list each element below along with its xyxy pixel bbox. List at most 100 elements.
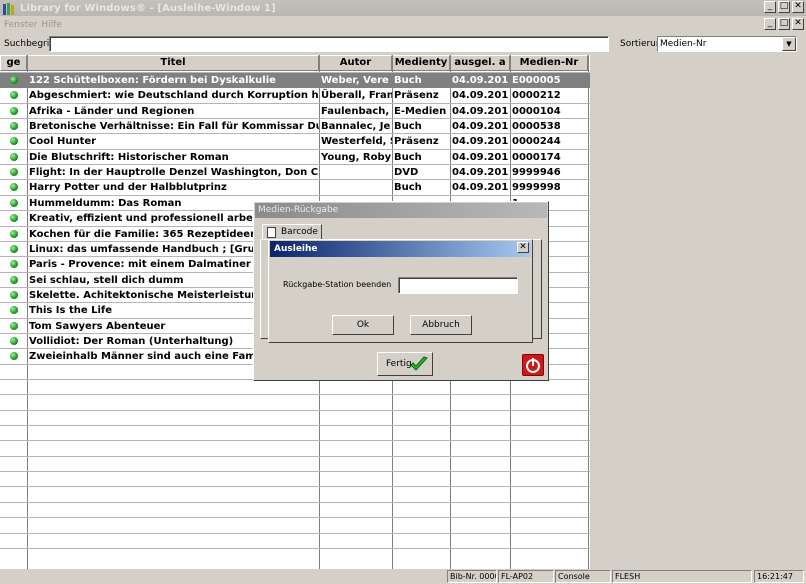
tab-label: Barcode	[281, 227, 318, 237]
table-cell: Faulenbach,	[321, 106, 390, 117]
table-row[interactable]: Harry Potter und der Halbblutprinz Buch 04…	[0, 180, 590, 195]
power-button[interactable]	[522, 354, 544, 376]
status-dot-icon	[10, 153, 18, 161]
status-time: 16:21:47	[754, 570, 804, 583]
ausleihe-dialog-title: Ausleihe	[270, 241, 531, 257]
grid-row-line	[0, 471, 590, 472]
table-cell: 04.09.201	[452, 106, 509, 117]
search-input[interactable]	[49, 36, 609, 52]
column-header-media-nr[interactable]: Medien-Nr	[510, 55, 588, 71]
table-cell: Harry Potter und der Halbblutprinz	[29, 182, 227, 193]
status-dot-icon	[10, 76, 18, 84]
status-dot-icon	[10, 137, 18, 145]
power-icon	[526, 358, 540, 373]
table-row[interactable]: Bretonische Verhältnisse: Ein Fall für K…	[0, 119, 590, 134]
table-cell: E-Medien	[394, 106, 447, 117]
grid-row-line	[0, 486, 590, 487]
table-row[interactable]: Flight: In der Hauptrolle Denzel Washing…	[0, 165, 590, 180]
table-cell: 0000174	[512, 152, 561, 163]
end-station-label: Rückgabe-Station beenden	[283, 280, 392, 289]
table-cell: Überall, Fran	[321, 90, 392, 101]
menu-hilfe[interactable]: Hilfe	[41, 20, 61, 30]
status-dot-icon	[10, 306, 18, 314]
table-cell: 0000104	[512, 106, 561, 117]
document-icon	[267, 227, 276, 238]
table-cell: Präsenz	[394, 90, 439, 101]
status-dot-icon	[10, 214, 18, 222]
search-bar: Suchbegriff Sortierung Medien-Nr ▼	[0, 33, 806, 54]
status-dot-icon	[10, 291, 18, 299]
mdi-controls: _ □ ✕	[764, 18, 804, 30]
table-row[interactable]: Afrika - Länder und Regionen Faulenbach, E…	[0, 104, 590, 119]
ausleihe-dialog: Ausleihe ✕ Rückgabe-Station beenden Ok A…	[268, 239, 533, 343]
status-mode: Console	[555, 570, 611, 583]
status-dot-icon	[10, 260, 18, 268]
close-icon[interactable]: ✕	[517, 242, 529, 253]
mdi-minimize-button[interactable]: _	[764, 18, 776, 30]
search-label: Suchbegriff	[4, 38, 56, 49]
table-cell: 04.09.201	[452, 75, 509, 86]
column-header-lent[interactable]: ausgel. a	[450, 55, 510, 71]
table-cell: Cool Hunter	[29, 136, 97, 147]
grid-row-line	[0, 440, 590, 441]
chevron-down-icon[interactable]: ▼	[782, 37, 796, 51]
table-cell: 04.09.201	[452, 121, 509, 132]
status-user: FLESH	[612, 570, 752, 583]
status-dot-icon	[10, 183, 18, 191]
close-button[interactable]: ✕	[792, 1, 804, 13]
tab-barcode[interactable]: Barcode	[262, 224, 322, 240]
status-dot-icon	[10, 352, 18, 360]
table-row[interactable]: Die Blutschrift: Historischer Roman Young…	[0, 150, 590, 165]
grid-row-line	[0, 410, 590, 411]
menu-fenster[interactable]: Fenster	[4, 20, 37, 30]
table-cell: 04.09.201	[452, 152, 509, 163]
status-dot-icon	[10, 337, 18, 345]
table-cell: 0000212	[512, 90, 561, 101]
mdi-close-button[interactable]: ✕	[792, 18, 804, 30]
grid-row-line	[0, 394, 590, 395]
status-dot-icon	[10, 199, 18, 207]
table-cell: 04.09.201	[452, 182, 509, 193]
table-cell: 04.09.201	[452, 167, 509, 178]
grid-row-line	[0, 456, 590, 457]
grid-row-line	[0, 502, 590, 503]
table-cell: 0000244	[512, 136, 561, 147]
column-header-status[interactable]: ge	[0, 55, 27, 71]
table-cell: E000005	[512, 75, 561, 86]
table-cell: Young, Roby	[321, 152, 392, 163]
table-cell: Weber, Vere	[321, 75, 389, 86]
column-header-mediatype[interactable]: Medienty	[392, 55, 450, 71]
dialog-title: Medien-Rückgabe	[255, 203, 547, 218]
checkmark-icon	[410, 356, 428, 371]
fertig-button[interactable]: Fertig	[377, 352, 433, 376]
cancel-button[interactable]: Abbruch	[410, 315, 472, 335]
table-row[interactable]: Cool Hunter Westerfeld, S Präsenz 04.09.201…	[0, 134, 590, 149]
end-station-input[interactable]	[398, 277, 518, 294]
table-cell: Westerfeld, S	[321, 136, 392, 147]
grid-row-line	[0, 548, 590, 549]
column-header-title[interactable]: Titel	[27, 55, 319, 71]
status-dot-icon	[10, 276, 18, 284]
table-row[interactable]: 122 Schüttelboxen: Fördern bei Dyskalkul…	[0, 73, 590, 88]
table-cell: Buch	[394, 152, 422, 163]
minimize-button[interactable]: _	[764, 1, 776, 13]
status-dot-icon	[10, 107, 18, 115]
table-cell: Bannalec, Je	[321, 121, 391, 132]
table-cell: 04.09.201	[452, 136, 509, 147]
table-row[interactable]: Abgeschmiert: wie Deutschland durch Korr…	[0, 88, 590, 103]
ok-button[interactable]: Ok	[332, 315, 394, 335]
maximize-button[interactable]: □	[778, 1, 790, 13]
status-dot-icon	[10, 168, 18, 176]
status-dot-icon	[10, 91, 18, 99]
sort-value: Medien-Nr	[660, 39, 707, 49]
table-cell: Buch	[394, 75, 422, 86]
mdi-maximize-button[interactable]: □	[778, 18, 790, 30]
window-title: Library for Windows® - [Ausleihe-Window …	[20, 2, 276, 14]
table-cell: Die Blutschrift: Historischer Roman	[29, 152, 229, 163]
table-cell: 04.09.201	[452, 90, 509, 101]
grid-row-line	[0, 533, 590, 534]
sort-select[interactable]: Medien-Nr ▼	[657, 36, 797, 52]
table-cell: Abgeschmiert: wie Deutschland durch Korr…	[29, 90, 319, 101]
table-cell: Buch	[394, 182, 422, 193]
column-header-author[interactable]: Autor	[319, 55, 392, 71]
